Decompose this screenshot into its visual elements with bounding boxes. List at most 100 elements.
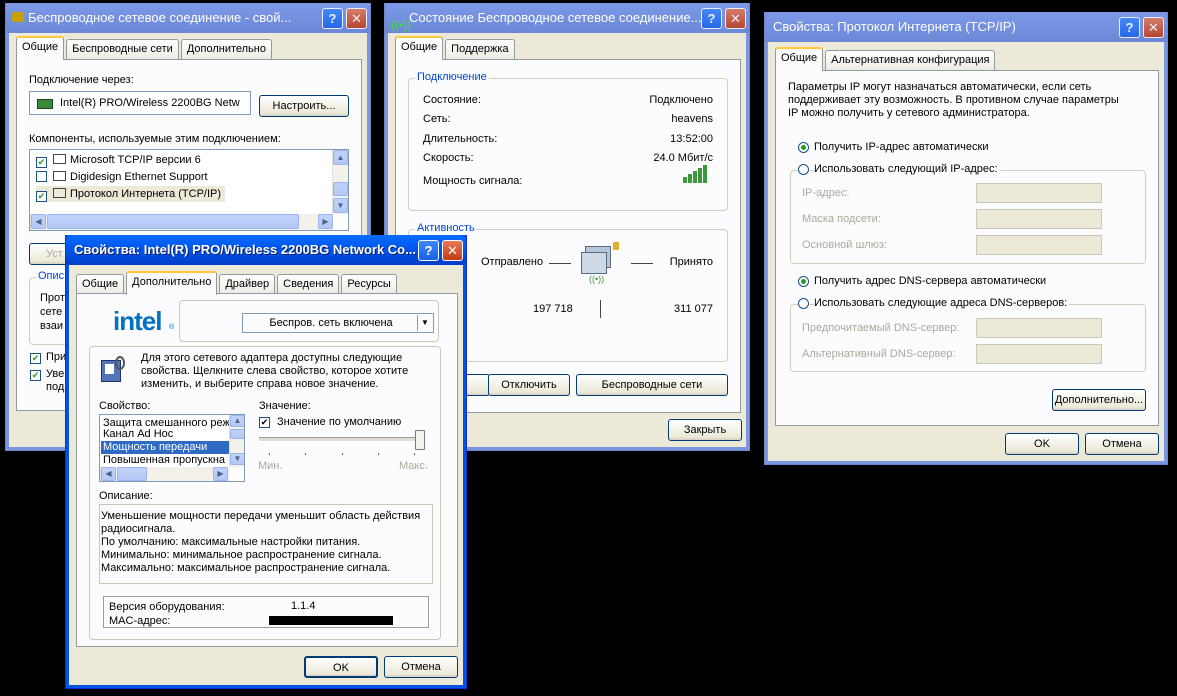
advanced-button[interactable]: Дополнительно... [1052, 389, 1146, 411]
description-label: Описание: [99, 490, 153, 502]
help-button[interactable]: ? [322, 8, 343, 29]
scroll-down-icon[interactable]: ▼ [333, 198, 348, 213]
tab-general[interactable]: Общие [16, 36, 65, 60]
description-line: сете [40, 306, 63, 318]
horizontal-scrollbar[interactable]: ◀ ▶ [30, 214, 333, 230]
window-title: Беспроводное сетевое соединение - свой..… [6, 3, 370, 33]
component-checkbox[interactable]: ✔ [36, 191, 47, 202]
mac-address-redacted [269, 616, 393, 625]
dns-alternate-field[interactable] [976, 344, 1102, 364]
info-line: Для этого сетевого адаптера доступны сле… [141, 352, 403, 364]
component-checkbox[interactable]: ✔ [36, 157, 47, 168]
list-item[interactable]: Повышенная пропускна [103, 454, 225, 467]
sent-value: 197 718 [533, 303, 573, 315]
ip-manual-radio[interactable] [798, 164, 809, 175]
intro-line: IP можно получить у сетевого администрат… [788, 107, 1030, 119]
dropdown-arrow-icon[interactable]: ▼ [417, 315, 432, 331]
scroll-left-icon[interactable]: ◀ [31, 214, 46, 229]
tab-general[interactable]: Общие [775, 47, 824, 71]
help-button[interactable]: ? [1119, 17, 1140, 38]
scroll-up-icon[interactable]: ▲ [230, 415, 244, 427]
slider-track[interactable] [259, 437, 425, 442]
list-item[interactable]: Канал Ad Hoc [103, 428, 173, 441]
wireless-networks-button[interactable]: Беспроводные сети [576, 374, 728, 396]
show-icon-checkbox[interactable]: ✔ [30, 353, 41, 364]
description-line: Максимально: максимальное распространени… [101, 562, 391, 574]
list-item-selected[interactable]: Мощность передачи [101, 441, 229, 454]
close-dialog-button[interactable]: Закрыть [668, 419, 742, 441]
component-checkbox[interactable] [36, 171, 47, 182]
ip-auto-radio[interactable] [798, 142, 809, 153]
cancel-button[interactable]: Отмена [384, 656, 458, 678]
scroll-right-icon[interactable]: ▶ [318, 214, 333, 229]
scroll-up-icon[interactable]: ▲ [333, 150, 348, 165]
network-component-icon [53, 171, 66, 181]
scroll-thumb[interactable] [333, 182, 348, 196]
ok-button[interactable]: OK [304, 656, 378, 678]
close-button[interactable]: ✕ [346, 8, 367, 29]
subnet-mask-field[interactable] [976, 209, 1102, 229]
scroll-left-icon[interactable]: ◀ [101, 467, 116, 481]
list-item[interactable]: Digidesign Ethernet Support [36, 169, 208, 185]
components-list: ✔ Microsoft TCP/IP версии 6 Digidesign Et… [29, 149, 349, 231]
ip-manual-label: Использовать следующий IP-адрес: [814, 163, 1000, 175]
configure-button[interactable]: Настроить... [259, 95, 349, 117]
cancel-button[interactable]: Отмена [1085, 433, 1159, 455]
dns-manual-radio[interactable] [798, 298, 809, 309]
tab-advanced[interactable]: Дополнительно [180, 39, 272, 59]
dns-preferred-label: Предпочитаемый DNS-сервер: [802, 322, 960, 334]
close-button[interactable]: ✕ [1143, 17, 1164, 38]
dns-auto-radio[interactable] [798, 276, 809, 287]
mac-address-label: MAC-адрес: [109, 615, 171, 627]
property-label: Свойство: [99, 400, 151, 412]
default-value-checkbox[interactable]: ✔ [259, 417, 270, 428]
ok-button[interactable]: OK [1005, 433, 1079, 455]
dns-manual-label: Использовать следующие адреса DNS-сервер… [814, 297, 1070, 309]
dns-preferred-field[interactable] [976, 318, 1102, 338]
ip-address-field[interactable] [976, 183, 1102, 203]
vertical-scrollbar[interactable]: ▲ ▼ [332, 150, 348, 214]
adapter-properties-window: Свойства: Intel(R) PRO/Wireless 2200BG N… [65, 235, 467, 689]
radio-state-dropdown[interactable]: Беспров. сеть включена ▼ [242, 313, 434, 333]
disconnect-button[interactable]: Отключить [488, 374, 570, 396]
tab-advanced[interactable]: Дополнительно [126, 271, 218, 295]
duration-label: Длительность: [423, 133, 498, 145]
notify-checkbox[interactable]: ✔ [30, 370, 41, 381]
description-line: Минимально: минимальное распространение … [101, 549, 382, 561]
status-value: Подключено [649, 94, 713, 106]
tab-alternate-config[interactable]: Альтернативная конфигурация [825, 50, 996, 70]
help-button[interactable]: ? [701, 8, 722, 29]
close-button[interactable]: ✕ [442, 240, 463, 261]
help-button[interactable]: ? [418, 240, 439, 261]
close-button[interactable]: ✕ [725, 8, 746, 29]
info-line: изменить, и выберите справа новое значен… [141, 378, 379, 390]
tab-wireless-networks[interactable]: Беспроводные сети [66, 39, 179, 59]
notify-label: Уве [46, 368, 65, 380]
scroll-thumb[interactable] [117, 467, 147, 481]
horizontal-scrollbar[interactable]: ◀ ▶ [100, 467, 229, 481]
settings-icon [101, 356, 125, 382]
tab-support[interactable]: Поддержка [445, 39, 515, 59]
tab-general[interactable]: Общие [395, 36, 444, 60]
tab-details[interactable]: Сведения [277, 274, 340, 294]
network-label: Сеть: [423, 113, 451, 125]
vertical-scrollbar[interactable]: ▲ ▼ [229, 415, 244, 467]
advanced-panel: intel ® Беспров. сеть включена ▼ Для это… [76, 293, 458, 647]
scroll-right-icon[interactable]: ▶ [213, 467, 228, 481]
intro-line: поддерживает эту возможность. В противно… [788, 94, 1119, 106]
value-label: Значение: [259, 400, 311, 412]
tab-general[interactable]: Общие [76, 274, 125, 294]
status-label: Состояние: [423, 94, 481, 106]
description-line: радиосигнала. [101, 523, 176, 535]
network-value: heavens [671, 113, 713, 125]
gateway-field[interactable] [976, 235, 1102, 255]
activity-group-title: Активность [415, 222, 477, 234]
slider-thumb[interactable] [415, 430, 425, 450]
tab-driver[interactable]: Драйвер [219, 274, 276, 294]
scroll-thumb[interactable] [230, 429, 244, 439]
list-item[interactable]: ✔ Microsoft TCP/IP версии 6 [36, 152, 201, 168]
scroll-thumb[interactable] [47, 214, 299, 229]
tab-resources[interactable]: Ресурсы [341, 274, 397, 294]
scroll-down-icon[interactable]: ▼ [230, 453, 244, 465]
list-item[interactable]: ✔ Протокол Интернета (TCP/IP) [36, 186, 226, 202]
